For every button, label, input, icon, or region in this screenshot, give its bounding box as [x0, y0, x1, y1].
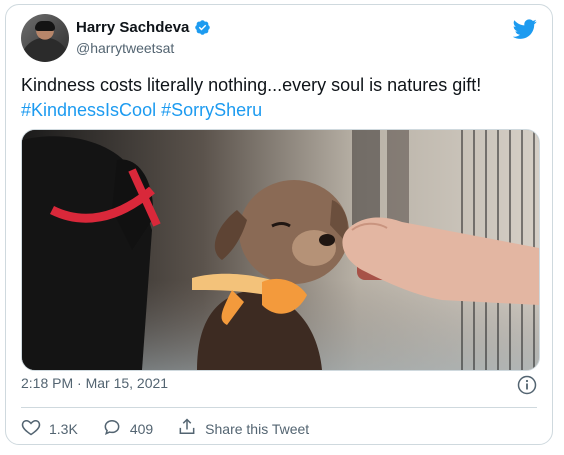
hashtag-kindnessiscool[interactable]: #KindnessIsCool	[21, 100, 156, 120]
tweet-text: Kindness costs literally nothing...every…	[21, 73, 541, 123]
tweet-card: Harry Sachdeva @harrytweetsat Kindness c…	[5, 4, 553, 445]
avatar-hair	[35, 21, 55, 31]
share-button[interactable]: Share this Tweet	[177, 417, 309, 440]
tweet-actions: 1.3K 409 Share this Tweet	[21, 417, 333, 440]
like-button[interactable]: 1.3K	[21, 417, 78, 440]
reply-bubble-icon	[102, 417, 122, 440]
author-handle[interactable]: @harrytweetsat	[76, 40, 174, 56]
heart-icon	[21, 417, 41, 440]
verified-badge-icon	[194, 19, 211, 36]
info-icon[interactable]	[517, 375, 537, 395]
share-icon	[177, 417, 197, 440]
hashtag-sorrysheru[interactable]: #SorrySheru	[161, 100, 262, 120]
reply-button[interactable]: 409	[102, 417, 153, 440]
author-name[interactable]: Harry Sachdeva	[76, 19, 189, 36]
tweet-timestamp[interactable]: 2:18 PM · Mar 15, 2021	[21, 375, 168, 391]
share-label: Share this Tweet	[205, 420, 310, 437]
tweet-photo[interactable]	[21, 129, 540, 371]
divider	[21, 407, 537, 408]
twitter-bird-icon[interactable]	[512, 17, 537, 41]
tweet-photo-illustration	[22, 130, 539, 370]
like-count: 1.3K	[49, 420, 78, 437]
author-name-row: Harry Sachdeva	[76, 19, 211, 36]
avatar[interactable]	[21, 14, 69, 62]
reply-count: 409	[129, 420, 154, 437]
tweet-body: Kindness costs literally nothing...every…	[21, 75, 482, 95]
